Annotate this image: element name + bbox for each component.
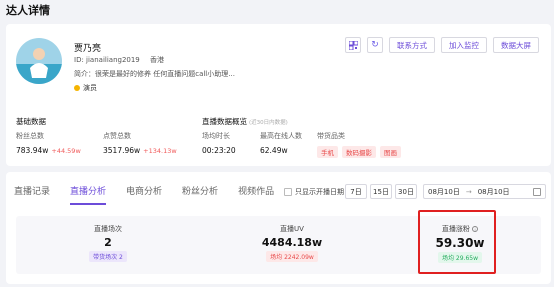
highlight-box [418,210,496,274]
fans-total-value: 783.94w +44.59w [16,146,81,155]
profile-id: ID: jianailiang2019 [74,56,140,64]
tab-live-records[interactable]: 直播记录 [14,184,50,197]
uv-sub-badge: 场均 2242.09w [266,251,318,262]
date-start[interactable]: 08月10日 [428,187,460,197]
live-date-only-checkbox[interactable]: 只显示开播日期 [284,187,344,197]
qrcode-icon[interactable] [345,37,361,53]
range-7-button[interactable]: 7日 [345,184,367,199]
live-overview-note: (近30日内数据) [249,120,288,126]
peak-online-label: 最高在线人数 [260,132,302,140]
checkbox-label: 只显示开播日期 [295,188,344,196]
date-range-picker[interactable]: 08月10日 → 08月10日 [423,184,546,199]
tag-dot-icon [74,85,80,91]
peak-online-value: 62.49w [260,146,288,155]
likes-total-value: 3517.96w +134.13w [103,146,177,155]
fans-total-number: 783.94w [16,146,49,155]
tab-bar: 直播记录 直播分析 电商分析 粉丝分析 视频作品 [6,184,286,205]
avatar [16,38,62,84]
arrow-right-icon: → [465,187,472,196]
tab-ecommerce-analysis[interactable]: 电商分析 [126,184,162,197]
duration-value: 00:23:20 [202,146,236,155]
basic-data-title: 基础数据 [16,117,46,126]
monitor-button[interactable]: 加入监控 [441,37,487,53]
refresh-icon[interactable]: ↻ [367,37,383,53]
date-end[interactable]: 08月10日 [478,187,510,197]
tab-fans-analysis[interactable]: 粉丝分析 [182,184,218,197]
profile-tag: 演员 [74,83,97,93]
profile-location: 香港 [150,56,164,64]
calendar-icon[interactable] [533,187,541,196]
sessions-label: 直播场次 [94,225,122,233]
uv-value: 4484.18w [261,236,323,249]
uv-label: 直播UV [280,225,304,233]
contact-button[interactable]: 联系方式 [389,37,435,53]
live-overview-title: 直播数据概览 (近30日内数据) [202,116,288,127]
profile-name: 贾乃亮 [74,44,102,54]
live-overview-title-text: 直播数据概览 [202,117,247,126]
big-screen-button[interactable]: 数据大屏 [493,37,539,53]
analysis-card: 直播记录 直播分析 电商分析 粉丝分析 视频作品 只显示开播日期 7日 15日 … [6,172,551,284]
metric-uv: 直播UV 4484.18w 场均 2242.09w [244,216,340,262]
sessions-value: 2 [104,236,112,249]
profile-ids: ID: jianailiang2019 香港 [74,55,164,65]
fans-total-change: +44.59w [51,147,81,155]
category-tag: 手机 [317,146,338,158]
range-15-button[interactable]: 15日 [370,184,392,199]
tab-video-works[interactable]: 视频作品 [238,184,274,197]
likes-total-number: 3517.96w [103,146,141,155]
checkbox-icon[interactable] [284,188,292,196]
metric-sessions: 直播场次 2 带货场次 2 [60,216,156,262]
sessions-sub-badge: 带货场次 2 [89,251,127,262]
action-bar: ↻ 联系方式 加入监控 数据大屏 [345,37,539,53]
range-30-button[interactable]: 30日 [395,184,417,199]
category-tag: 图画 [380,146,401,158]
tab-live-analysis[interactable]: 直播分析 [70,184,107,205]
profile-tag-label: 演员 [83,84,97,92]
likes-total-label: 点赞总数 [103,132,131,140]
profile-card: 贾乃亮 ID: jianailiang2019 香港 简介：很荣是最好的修养 任… [6,24,551,166]
likes-total-change: +134.13w [143,147,177,155]
category-tag: 数码摄影 [342,146,376,158]
category-label: 带货品类 [317,132,345,140]
profile-bio: 简介：很荣是最好的修养 任何直播问题call小助理... [74,70,235,78]
category-tags: 手机 数码摄影 图画 [317,146,401,158]
fans-total-label: 粉丝总数 [16,132,44,140]
duration-label: 场均时长 [202,132,230,140]
page-title: 达人详情 [6,4,50,17]
